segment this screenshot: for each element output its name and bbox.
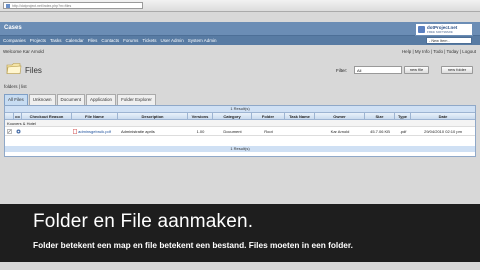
menu-item-tasks[interactable]: Tasks <box>50 38 62 43</box>
breadcrumb[interactable]: folders | list <box>4 84 27 89</box>
table-row[interactable]: adminsgebruik.pdf Administratie aprils 1… <box>5 127 475 136</box>
file-group-row: Kouvers & Hotel <box>5 120 475 127</box>
size-cell: 45.7.06 KB <box>370 129 390 134</box>
header-checkout-reason[interactable]: Checkout Reason <box>22 113 72 120</box>
logo-subtitle: FREE SOFTWARE <box>427 29 453 34</box>
filter-label: Filter: <box>336 68 348 73</box>
address-url: http://dotproject.net/index.php?m=files <box>12 3 72 8</box>
filter-select[interactable]: All <box>354 66 402 74</box>
files-table: 1 Result(s) co Checkout Reason File Name… <box>4 105 476 157</box>
description-cell: Administratie aprils <box>121 129 155 134</box>
tab-unknown[interactable]: Unknown <box>28 94 56 105</box>
checkout-icon[interactable] <box>14 127 22 136</box>
app-header: Cases <box>0 22 480 36</box>
page-title: Files <box>25 66 42 75</box>
favicon-icon <box>6 3 10 8</box>
header-description[interactable]: Description <box>118 113 188 120</box>
menu-item-companies[interactable]: Companies <box>3 38 26 43</box>
menu-item-files[interactable]: Files <box>88 38 98 43</box>
tab-application[interactable]: Application <box>86 94 117 105</box>
task-name-cell <box>285 127 315 136</box>
tab-folder-explorer[interactable]: Folder Explorer <box>117 94 156 105</box>
results-count-bottom: 1 Result(s) <box>5 146 475 152</box>
pdf-file-icon <box>73 129 77 135</box>
file-name-cell[interactable]: adminsgebruik.pdf <box>72 127 118 136</box>
address-bar[interactable]: http://dotproject.net/index.php?m=files <box>3 2 143 9</box>
versions-cell: 1.00 <box>196 129 205 134</box>
menu-item-forums[interactable]: Forums <box>123 38 138 43</box>
menu-item-system-admin[interactable]: System Admin <box>188 38 217 43</box>
files-folder-icon <box>6 63 22 74</box>
menu-item-tickets[interactable]: Tickets <box>142 38 156 43</box>
header-owner[interactable]: Owner <box>315 113 365 120</box>
header-file-name[interactable]: File Name <box>72 113 118 120</box>
logo-title: dotProject.net <box>427 24 458 30</box>
logo-icon <box>418 26 425 33</box>
caption-subtitle: Folder betekent een map en file betekent… <box>33 240 353 250</box>
header-versions[interactable]: Versions <box>188 113 213 120</box>
menu-item-projects[interactable]: Projects <box>30 38 46 43</box>
new-folder-button[interactable]: new folder <box>441 66 473 74</box>
header-type[interactable]: Type <box>395 113 411 120</box>
app-title: Cases <box>4 25 22 31</box>
welcome-text: Welcome Kar Arnold <box>3 49 44 54</box>
dotproject-logo: dotProject.net FREE SOFTWARE <box>415 23 473 36</box>
date-cell: 29/04/2010 02:10 pm <box>424 129 462 134</box>
table-header: co Checkout Reason File Name Description… <box>5 112 475 120</box>
header-size[interactable]: Size <box>365 113 395 120</box>
menu-item-contacts[interactable]: Contacts <box>101 38 119 43</box>
main-menu: Companies Projects Tasks Calendar Files … <box>0 36 480 45</box>
edit-icon[interactable] <box>5 127 14 136</box>
file-name-link[interactable]: adminsgebruik.pdf <box>78 129 111 134</box>
tab-document[interactable]: Document <box>56 94 86 105</box>
file-tabs: All Files Unknown Document Application F… <box>4 94 157 105</box>
header-select <box>5 113 14 120</box>
header-date[interactable]: Date <box>411 113 475 120</box>
header-task-name[interactable]: Task Name <box>285 113 315 120</box>
new-file-button[interactable]: new file <box>404 66 429 74</box>
caption-title: Folder en File aanmaken. <box>33 211 254 232</box>
folder-cell: Root <box>264 129 273 134</box>
header-category[interactable]: Category <box>213 113 252 120</box>
top-links[interactable]: Help | My Info | Todo | Today | Logout <box>402 49 476 54</box>
header-folder[interactable]: Folder <box>252 113 285 120</box>
new-item-select[interactable]: - New Item - <box>426 37 472 44</box>
header-co[interactable]: co <box>14 113 22 120</box>
category-cell: Document <box>223 129 242 134</box>
menu-item-calendar[interactable]: Calendar <box>66 38 84 43</box>
type-cell: .pdf <box>399 129 407 134</box>
menu-item-user-admin[interactable]: User Admin <box>160 38 183 43</box>
browser-toolbar: http://dotproject.net/index.php?m=files <box>0 0 480 12</box>
tab-all-files[interactable]: All Files <box>4 94 28 105</box>
owner-cell: Kar Arnold <box>330 129 350 134</box>
